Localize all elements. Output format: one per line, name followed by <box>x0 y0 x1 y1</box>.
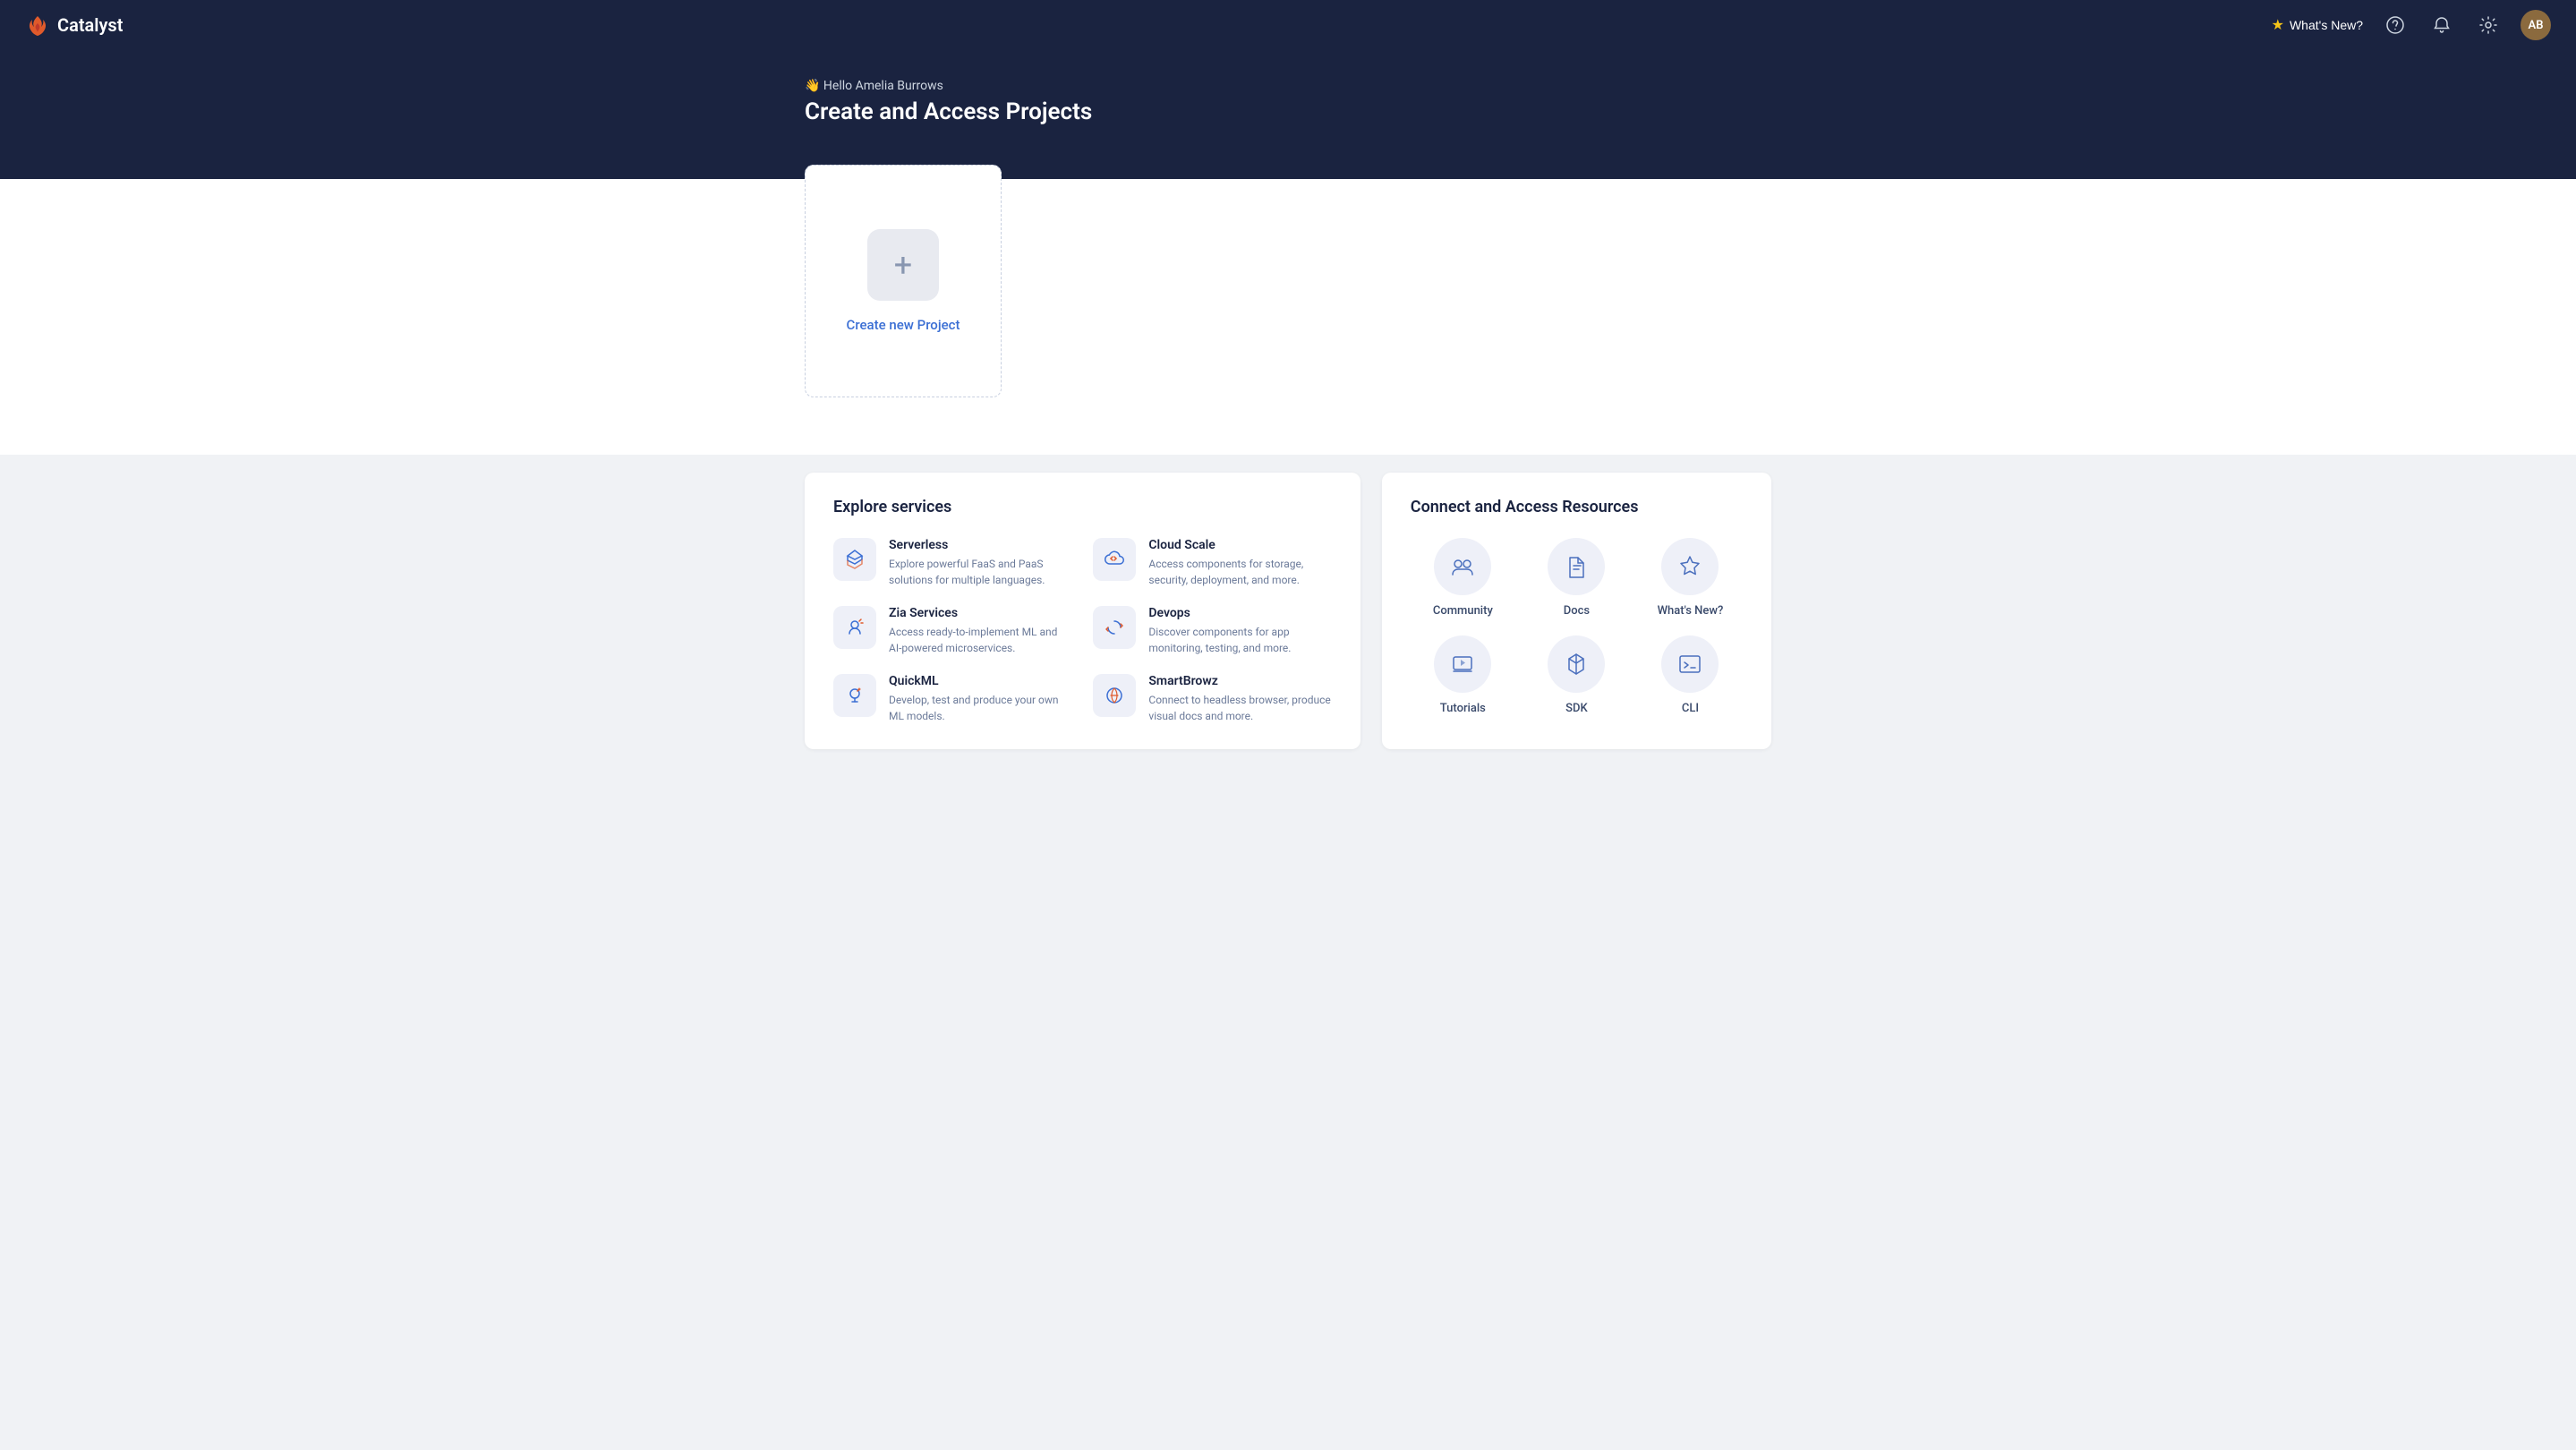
service-smartbrowz[interactable]: SmartBrowz Connect to headless browser, … <box>1093 674 1331 724</box>
explore-services-panel: Explore services Serverless Explore powe… <box>805 473 1361 749</box>
logo[interactable]: Catalyst <box>25 13 123 38</box>
zia-icon <box>843 616 866 639</box>
sdk-icon-wrap <box>1548 635 1605 693</box>
cloud-scale-desc: Access components for storage, security,… <box>1148 556 1331 588</box>
avatar[interactable]: AB <box>2521 10 2551 40</box>
devops-icon-wrap <box>1093 606 1136 649</box>
cli-icon <box>1676 651 1703 678</box>
serverless-desc: Explore powerful FaaS and PaaS solutions… <box>889 556 1071 588</box>
whats-new-resource-label: What's New? <box>1658 604 1724 618</box>
help-icon <box>2386 16 2404 34</box>
community-icon-wrap <box>1434 538 1491 595</box>
whats-new-resource-icon <box>1676 553 1703 580</box>
docs-icon <box>1563 553 1590 580</box>
logo-text: Catalyst <box>57 14 123 36</box>
logo-icon <box>25 13 50 38</box>
resource-cli[interactable]: CLI <box>1638 635 1743 715</box>
serverless-icon-wrap <box>833 538 876 581</box>
connect-resources-title: Connect and Access Resources <box>1411 498 1743 516</box>
cli-icon-wrap <box>1661 635 1719 693</box>
plus-circle: + <box>867 229 939 301</box>
services-grid: Serverless Explore powerful FaaS and Paa… <box>833 538 1332 724</box>
smartbrowz-icon <box>1103 684 1126 707</box>
bottom-content: Explore services Serverless Explore powe… <box>751 455 1825 785</box>
docs-label: Docs <box>1564 604 1590 618</box>
docs-icon-wrap <box>1548 538 1605 595</box>
quickml-desc: Develop, test and produce your own ML mo… <box>889 692 1071 724</box>
zia-desc: Access ready-to-implement ML and AI-powe… <box>889 624 1071 656</box>
hero-title: Create and Access Projects <box>805 98 1771 125</box>
cli-label: CLI <box>1682 702 1699 715</box>
resource-whats-new[interactable]: What's New? <box>1638 538 1743 618</box>
connect-resources-panel: Connect and Access Resources Community <box>1382 473 1771 749</box>
smartbrowz-info: SmartBrowz Connect to headless browser, … <box>1148 674 1331 724</box>
sdk-icon <box>1563 651 1590 678</box>
hero-greeting: 👋 Hello Amelia Burrows <box>805 79 1771 93</box>
serverless-icon <box>843 548 866 571</box>
service-zia[interactable]: Zia Services Access ready-to-implement M… <box>833 606 1071 656</box>
resources-grid: Community Docs <box>1411 538 1743 715</box>
service-quickml[interactable]: QuickML Develop, test and produce your o… <box>833 674 1071 724</box>
header: Catalyst ★ What's New? AB <box>0 0 2576 50</box>
smartbrowz-name: SmartBrowz <box>1148 674 1331 688</box>
quickml-info: QuickML Develop, test and produce your o… <box>889 674 1071 724</box>
create-project-label: Create new Project <box>847 317 960 333</box>
projects-section: + Create new Project <box>0 179 2576 455</box>
devops-desc: Discover components for app monitoring, … <box>1148 624 1331 656</box>
resource-community[interactable]: Community <box>1411 538 1515 618</box>
service-serverless[interactable]: Serverless Explore powerful FaaS and Paa… <box>833 538 1071 588</box>
cloud-scale-info: Cloud Scale Access components for storag… <box>1148 538 1331 588</box>
zia-icon-wrap <box>833 606 876 649</box>
serverless-name: Serverless <box>889 538 1071 552</box>
community-label: Community <box>1433 604 1493 618</box>
smartbrowz-desc: Connect to headless browser, produce vis… <box>1148 692 1331 724</box>
settings-button[interactable] <box>2474 11 2503 39</box>
quickml-name: QuickML <box>889 674 1071 688</box>
resource-docs[interactable]: Docs <box>1524 538 1629 618</box>
help-button[interactable] <box>2381 11 2410 39</box>
devops-icon <box>1103 616 1126 639</box>
resource-sdk[interactable]: SDK <box>1524 635 1629 715</box>
gear-icon <box>2479 16 2497 34</box>
create-project-card[interactable]: + Create new Project <box>805 165 1002 397</box>
service-cloud-scale[interactable]: Cloud Scale Access components for storag… <box>1093 538 1331 588</box>
sdk-label: SDK <box>1565 702 1588 715</box>
tutorials-icon <box>1449 651 1476 678</box>
tutorials-label: Tutorials <box>1440 702 1486 715</box>
hero-section: 👋 Hello Amelia Burrows Create and Access… <box>0 50 2576 179</box>
devops-name: Devops <box>1148 606 1331 620</box>
cloud-scale-name: Cloud Scale <box>1148 538 1331 552</box>
explore-services-title: Explore services <box>833 498 1332 516</box>
whats-new-icon-wrap <box>1661 538 1719 595</box>
bell-icon <box>2433 16 2451 34</box>
tutorials-icon-wrap <box>1434 635 1491 693</box>
header-actions: ★ What's New? AB <box>2272 10 2551 40</box>
resource-tutorials[interactable]: Tutorials <box>1411 635 1515 715</box>
cloud-scale-icon <box>1103 548 1126 571</box>
devops-info: Devops Discover components for app monit… <box>1148 606 1331 656</box>
smartbrowz-icon-wrap <box>1093 674 1136 717</box>
star-icon: ★ <box>2272 16 2284 34</box>
whats-new-label: What's New? <box>2290 18 2363 32</box>
plus-icon: + <box>894 246 912 284</box>
zia-info: Zia Services Access ready-to-implement M… <box>889 606 1071 656</box>
cloud-scale-icon-wrap <box>1093 538 1136 581</box>
quickml-icon-wrap <box>833 674 876 717</box>
quickml-icon <box>843 684 866 707</box>
community-icon <box>1449 553 1476 580</box>
whats-new-button[interactable]: ★ What's New? <box>2272 16 2363 34</box>
serverless-info: Serverless Explore powerful FaaS and Paa… <box>889 538 1071 588</box>
notifications-button[interactable] <box>2427 11 2456 39</box>
zia-name: Zia Services <box>889 606 1071 620</box>
service-devops[interactable]: Devops Discover components for app monit… <box>1093 606 1331 656</box>
